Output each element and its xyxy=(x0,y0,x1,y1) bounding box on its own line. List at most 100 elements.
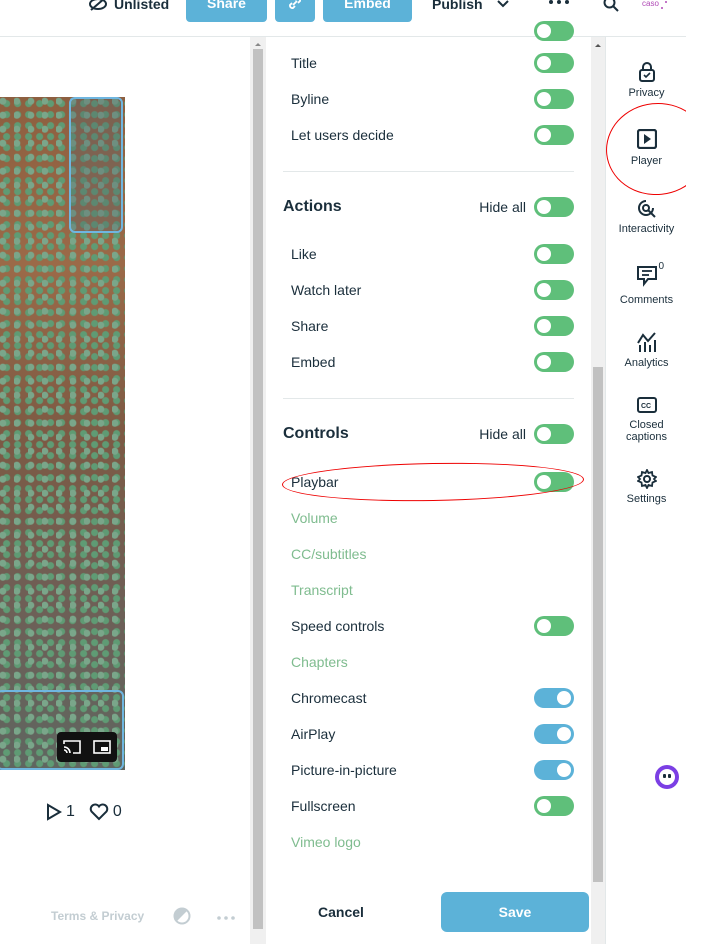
play-icon xyxy=(47,803,62,821)
avatar-image: caso xyxy=(642,0,667,9)
chat-bot-icon xyxy=(659,769,675,785)
embed-toggle[interactable] xyxy=(534,352,574,372)
picture-in-picture-icon[interactable] xyxy=(93,740,111,754)
gear-icon xyxy=(636,469,657,489)
overlay-region-top xyxy=(69,97,123,233)
setting-label: Like xyxy=(291,246,317,262)
contrast-icon xyxy=(173,907,191,925)
comments-icon-wrap: 0 xyxy=(636,261,664,290)
embed-button[interactable]: Embed xyxy=(323,0,412,22)
setting-row-let-users-decide: Let users decide xyxy=(291,124,574,146)
unlisted-button[interactable]: Unlisted xyxy=(88,0,169,14)
speed-controls-toggle[interactable] xyxy=(534,616,574,636)
top-toolbar: Unlisted Share Embed Publish caso xyxy=(0,0,686,37)
title-toggle[interactable] xyxy=(534,53,574,73)
search-button[interactable] xyxy=(603,0,619,14)
chromecast-toggle[interactable] xyxy=(534,688,574,708)
setting-row-fullscreen: Fullscreen xyxy=(291,795,574,817)
share-button[interactable]: Share xyxy=(186,0,267,22)
rail-item-label: Closed captions xyxy=(626,419,667,443)
settings-scrollbar[interactable] xyxy=(591,37,605,944)
avatar[interactable]: caso xyxy=(640,0,670,16)
likes-stat[interactable]: 0 xyxy=(89,803,122,821)
scroll-up-arrow-icon[interactable] xyxy=(250,39,266,49)
setting-row-picture-in-picture: Picture-in-picture xyxy=(291,759,574,781)
setting-row-transcript: Transcript xyxy=(291,579,574,601)
plays-stat: 1 xyxy=(46,803,75,821)
setting-label: Speed controls xyxy=(291,618,385,634)
preview-scrollbar[interactable] xyxy=(250,37,266,944)
setting-row-title: Title xyxy=(291,52,574,74)
more-horizontal-icon xyxy=(217,916,235,920)
controls-hide-all-toggle[interactable] xyxy=(534,424,574,444)
setting-label: CC/subtitles xyxy=(291,546,367,562)
setting-row-speed-controls: Speed controls xyxy=(291,615,574,637)
setting-label: AirPlay xyxy=(291,726,336,742)
rail-item-interactivity[interactable]: Interactivity xyxy=(606,199,687,235)
more-options-button[interactable] xyxy=(549,0,569,12)
help-chat-button[interactable] xyxy=(655,765,679,789)
rail-item-comments[interactable]: 0 Comments xyxy=(606,261,687,306)
setting-row-cc-subtitles: CC/subtitles xyxy=(291,543,574,565)
setting-row-chapters: Chapters xyxy=(291,651,574,673)
copy-link-button[interactable] xyxy=(275,0,315,22)
video-preview-area: 1 0 Terms & Privacy xyxy=(0,37,250,944)
watch-later-toggle[interactable] xyxy=(534,280,574,300)
setting-row-volume: Volume xyxy=(291,507,574,529)
video-stats: 1 0 xyxy=(46,803,122,821)
publish-button[interactable]: Publish xyxy=(432,0,509,14)
section-divider xyxy=(283,171,574,172)
toggle-partial-top[interactable] xyxy=(534,21,574,41)
setting-label: Vimeo logo xyxy=(291,834,361,850)
airplay-toggle[interactable] xyxy=(534,724,574,744)
setting-row-watch-later: Watch later xyxy=(291,279,574,301)
setting-label: Byline xyxy=(291,91,330,107)
heart-icon xyxy=(89,803,109,821)
setting-label: Volume xyxy=(291,510,338,526)
share-toggle[interactable] xyxy=(534,316,574,336)
comments-badge: 0 xyxy=(658,261,665,272)
setting-label: Let users decide xyxy=(291,127,394,143)
section-divider xyxy=(283,398,574,399)
controls-hide-all: Hide all xyxy=(479,424,574,444)
setting-label: Picture-in-picture xyxy=(291,762,397,778)
terms-privacy-link[interactable]: Terms & Privacy xyxy=(51,909,144,923)
rail-item-closed-captions[interactable]: CC Closed captions xyxy=(606,397,687,443)
cancel-button[interactable]: Cancel xyxy=(318,904,364,920)
theme-toggle[interactable] xyxy=(173,907,191,928)
byline-toggle[interactable] xyxy=(534,89,574,109)
scroll-thumb[interactable] xyxy=(253,49,263,929)
setting-row-share: Share xyxy=(291,315,574,337)
setting-row-like: Like xyxy=(291,243,574,265)
section-heading: Controls xyxy=(283,425,349,442)
hide-all-label: Hide all xyxy=(479,199,526,215)
let-users-decide-toggle[interactable] xyxy=(534,125,574,145)
footer-more-button[interactable] xyxy=(217,907,235,923)
actions-hide-all-toggle[interactable] xyxy=(534,197,574,217)
rail-item-analytics[interactable]: Analytics xyxy=(606,331,687,369)
setting-label: Fullscreen xyxy=(291,798,356,814)
plays-count: 1 xyxy=(66,803,75,820)
picture-in-picture-toggle[interactable] xyxy=(534,760,574,780)
window-edge xyxy=(686,0,706,944)
setting-row-vimeo-logo: Vimeo logo xyxy=(291,831,574,853)
search-icon xyxy=(603,0,619,12)
more-horizontal-icon xyxy=(549,0,569,4)
panel-action-bar: Cancel Save xyxy=(266,885,591,944)
setting-label: Title xyxy=(291,55,317,71)
setting-label: Watch later xyxy=(291,282,362,298)
save-button[interactable]: Save xyxy=(441,892,589,932)
like-toggle[interactable] xyxy=(534,244,574,264)
section-heading: Actions xyxy=(283,198,342,215)
cc-icon: CC xyxy=(636,397,657,413)
rail-item-settings[interactable]: Settings xyxy=(606,469,687,505)
rail-item-privacy[interactable]: Privacy xyxy=(606,61,687,99)
rail-item-label: Privacy xyxy=(628,87,665,99)
setting-label: Chapters xyxy=(291,654,348,670)
scroll-up-arrow-icon[interactable] xyxy=(591,40,605,50)
comments-icon xyxy=(636,266,657,287)
fullscreen-toggle[interactable] xyxy=(534,796,574,816)
scroll-thumb[interactable] xyxy=(593,367,603,882)
svg-text:CC: CC xyxy=(641,403,651,410)
cast-icon[interactable] xyxy=(63,740,81,754)
